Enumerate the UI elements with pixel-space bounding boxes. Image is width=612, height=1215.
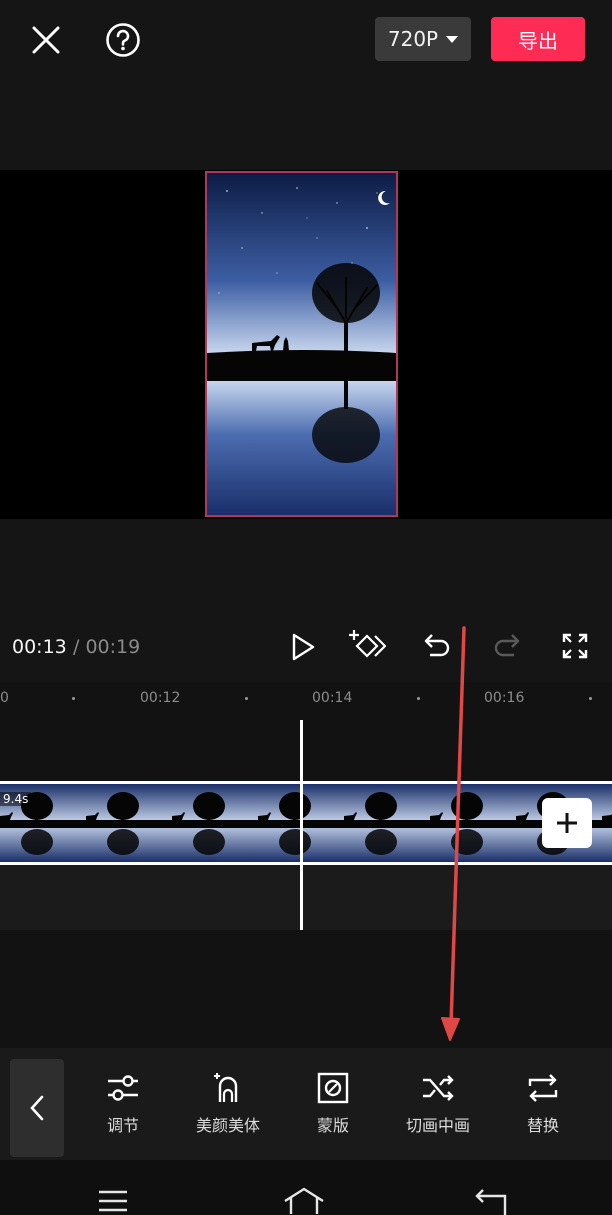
- ruler-tick: [72, 697, 75, 700]
- export-button[interactable]: 导出: [491, 17, 585, 61]
- menu-icon[interactable]: [96, 1188, 130, 1215]
- tool-label: 调节: [106, 1116, 139, 1135]
- sliders-icon: [108, 1075, 138, 1101]
- replace-icon: [528, 1074, 558, 1102]
- ruler-label: 00:16: [484, 690, 525, 706]
- clip-thumbnail: [412, 784, 498, 862]
- clip-duration: 9.4s: [0, 792, 32, 806]
- plus-icon: [557, 813, 577, 833]
- ruler-label: 00:14: [312, 690, 353, 706]
- face-beauty-icon: [214, 1073, 238, 1102]
- undo-icon[interactable]: [421, 630, 453, 662]
- close-icon[interactable]: [28, 22, 64, 58]
- resolution-dropdown[interactable]: 720P: [375, 17, 471, 61]
- clip-thumbnail: [326, 784, 412, 862]
- clip-thumbnail: [154, 784, 240, 862]
- add-keyframe-icon[interactable]: [348, 628, 386, 664]
- help-icon[interactable]: [104, 21, 142, 59]
- toolbar-back-button[interactable]: [10, 1059, 64, 1157]
- resolution-label: 720P: [387, 27, 439, 51]
- video-clip[interactable]: [0, 781, 612, 865]
- add-clip-button[interactable]: [542, 798, 592, 848]
- clip-thumbnail: [68, 784, 154, 862]
- tool-adjust[interactable]: 调节: [78, 1072, 168, 1136]
- empty-track: [0, 865, 612, 930]
- play-icon[interactable]: [288, 630, 318, 664]
- fullscreen-icon[interactable]: [559, 630, 591, 662]
- tool-replace[interactable]: 替换: [498, 1072, 588, 1136]
- tool-label: 蒙版: [316, 1116, 349, 1135]
- timeline-empty-space: [0, 930, 612, 1048]
- tool-pip[interactable]: 切画中画: [393, 1072, 483, 1136]
- redo-icon[interactable]: [491, 630, 523, 662]
- caret-down-icon: [446, 35, 459, 43]
- ruler-label: 00:12: [140, 690, 181, 706]
- tool-label: 替换: [526, 1116, 559, 1135]
- tool-beauty[interactable]: 美颜美体: [183, 1072, 273, 1136]
- tool-label: 美颜美体: [195, 1116, 260, 1135]
- tool-mask[interactable]: 蒙版: [288, 1072, 378, 1136]
- ruler-tick: [245, 697, 248, 700]
- tool-label: 切画中画: [405, 1116, 470, 1135]
- home-icon[interactable]: [282, 1186, 326, 1215]
- mask-icon: [317, 1072, 349, 1104]
- ruler-tick: [417, 697, 420, 700]
- video-preview[interactable]: [205, 171, 398, 517]
- current-time: 00:13: [12, 636, 67, 658]
- ruler-label: 0: [0, 690, 9, 706]
- shuffle-icon: [423, 1075, 454, 1101]
- chevron-left-icon: [30, 1095, 44, 1121]
- back-icon[interactable]: [474, 1188, 508, 1215]
- ruler-tick: [589, 697, 592, 700]
- total-time: / 00:19: [73, 636, 141, 658]
- clip-thumbnail: [240, 784, 326, 862]
